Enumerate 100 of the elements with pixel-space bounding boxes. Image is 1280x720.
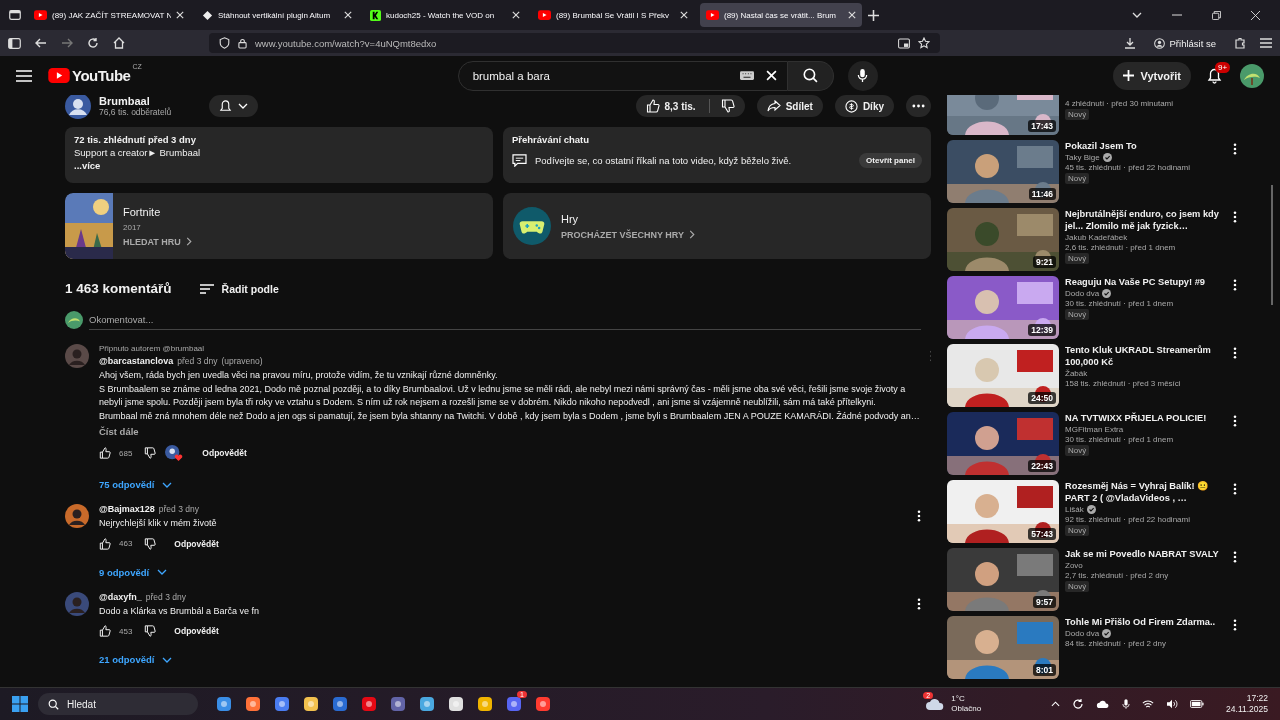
channel-name[interactable]: MGFitman Extra	[1065, 425, 1227, 434]
sync-icon[interactable]	[1072, 698, 1085, 710]
share-button[interactable]: Sdílet	[756, 95, 823, 117]
tab-list-icon[interactable]	[8, 8, 22, 22]
logo-text[interactable]: YouTube	[72, 67, 131, 84]
avatar-icon[interactable]	[1240, 63, 1264, 88]
star-icon[interactable]	[917, 37, 930, 49]
browse-games-link[interactable]: PROCHÁZET VŠECHNY HRY	[561, 229, 696, 240]
wifi-icon[interactable]	[1142, 699, 1155, 709]
reply-button[interactable]: Odpovědět	[174, 626, 219, 636]
taskbar-app-icon[interactable]	[535, 696, 551, 712]
description-card[interactable]: 72 tis. zhlédnutí před 3 dny Support a creator► Brumbaal ...více	[65, 127, 493, 183]
taskbar-app-icon[interactable]	[477, 696, 493, 712]
shield-icon[interactable]	[219, 37, 230, 49]
comment-field[interactable]: Okomentovat...	[89, 310, 921, 330]
back-icon[interactable]	[35, 37, 47, 49]
channel-name[interactable]: Dodo dva	[1065, 289, 1227, 298]
create-button[interactable]: Vytvořit	[1113, 61, 1191, 90]
more-icon[interactable]	[1233, 619, 1237, 631]
cloud-icon[interactable]	[925, 697, 946, 711]
home-icon[interactable]	[113, 37, 125, 49]
thumbs-down-icon[interactable]	[144, 537, 157, 550]
more-icon[interactable]	[1233, 211, 1237, 223]
show-replies-button[interactable]: 75 odpovědí	[99, 479, 173, 490]
thumbs-up-icon[interactable]	[99, 625, 111, 637]
windows-logo-icon[interactable]	[12, 696, 28, 712]
taskbar-app-icon[interactable]	[448, 696, 464, 712]
thumbs-up-icon[interactable]	[99, 537, 111, 550]
taskbar-app-icon[interactable]	[245, 696, 261, 712]
restore-icon[interactable]	[1212, 10, 1221, 20]
reload-icon[interactable]	[87, 37, 99, 49]
game-card[interactable]: Fortnite 2017 HLEDAT HRU	[65, 193, 493, 259]
sort-button[interactable]: Řadit podle	[199, 282, 279, 295]
video-title[interactable]: Tohle Mi Přišlo Od Firem Zdarma..	[1065, 616, 1227, 628]
more-icon[interactable]	[1233, 347, 1237, 359]
comment-time[interactable]: před 3 dny	[177, 356, 218, 366]
search-field[interactable]: brumbal a bara	[457, 60, 788, 91]
channel-name[interactable]: Lišák	[1065, 505, 1227, 514]
keyboard-icon[interactable]	[739, 71, 754, 80]
address-bar[interactable]: www.youtube.com/watch?v=4uNQmt8edxo	[209, 33, 940, 53]
channel-name[interactable]: Brumbaal	[99, 95, 172, 107]
video-title[interactable]: Nejbrutálnější enduro, co jsem kdy jel... Zlomilo mě jak fyzick…	[1065, 208, 1227, 232]
thumbs-down-icon[interactable]	[144, 625, 157, 637]
download-icon[interactable]	[1123, 37, 1136, 49]
clear-icon[interactable]	[765, 70, 777, 81]
more-icon[interactable]	[1233, 551, 1237, 563]
thumbs-up-icon[interactable]	[99, 447, 111, 459]
chevron-down-icon[interactable]	[1132, 12, 1142, 18]
taskbar-app-icon[interactable]	[274, 696, 290, 712]
voice-search-button[interactable]	[847, 60, 878, 91]
show-replies-button[interactable]: 9 odpovědí	[99, 566, 168, 578]
more-button[interactable]	[906, 95, 931, 117]
browser-tab[interactable]: kudoch25 - Watch the VOD on	[364, 3, 526, 27]
more-icon[interactable]	[1233, 279, 1237, 291]
more-icon[interactable]	[917, 597, 921, 610]
video-title[interactable]: Pokazil Jsem To	[1065, 140, 1227, 152]
read-more-link[interactable]: Číst dále	[99, 426, 920, 437]
comment-author[interactable]: @Bajmax128	[99, 504, 155, 514]
taskbar-app-icon[interactable]	[216, 696, 232, 712]
channel-name[interactable]: Zovo	[1065, 561, 1227, 570]
microphone-icon[interactable]	[1122, 698, 1131, 710]
taskbar-app-icon[interactable]	[332, 696, 348, 712]
open-panel-button[interactable]: Otevřít panel	[859, 153, 922, 168]
find-game-link[interactable]: HLEDAT HRU	[123, 236, 192, 247]
taskbar-app-icon[interactable]	[506, 696, 522, 712]
close-icon[interactable]	[176, 11, 184, 19]
video-title[interactable]: Rozesměj Nás = Vyhraj Balík! 😐 PART 2 ( @VladaVideos , …	[1065, 480, 1227, 504]
taskbar-app-icon[interactable]	[390, 696, 406, 712]
speaker-icon[interactable]	[1166, 699, 1179, 709]
channel-name[interactable]: Žabák	[1065, 369, 1227, 378]
thumbs-down-icon[interactable]	[720, 99, 735, 113]
channel-name[interactable]: Dodo dva	[1065, 629, 1227, 638]
video-title[interactable]: Jak se mi Povedlo NABRAT SVALY	[1065, 548, 1227, 560]
picture-in-picture-icon[interactable]	[897, 37, 910, 49]
comment-time[interactable]: před 3 dny	[145, 591, 186, 602]
battery-icon[interactable]	[1190, 700, 1205, 708]
taskbar-app-icon[interactable]	[303, 696, 319, 712]
comment-author[interactable]: @barcastanclova	[99, 356, 174, 366]
channel-name[interactable]: Taky Bige	[1065, 153, 1227, 162]
clock-date[interactable]: 24.11.2025	[1226, 704, 1268, 715]
video-title[interactable]: Reaguju Na Vaše PC Setupy! #9	[1065, 276, 1227, 288]
more-link[interactable]: ...více	[74, 160, 484, 171]
new-tab-icon[interactable]	[868, 9, 879, 21]
taskbar-search-field[interactable]: Hledat	[38, 693, 198, 715]
show-replies-button[interactable]: 21 odpovědí	[99, 654, 173, 665]
taskbar-app-icon[interactable]	[419, 696, 435, 712]
taskbar-app-icon[interactable]	[361, 696, 377, 712]
close-icon[interactable]	[1251, 10, 1260, 20]
close-icon[interactable]	[512, 11, 520, 19]
sign-in-button[interactable]: Přihlásit se	[1149, 35, 1220, 51]
more-icon[interactable]	[1233, 143, 1237, 155]
chevron-up-icon[interactable]	[1051, 701, 1061, 707]
browser-tab[interactable]: (89) JAK ZAČÍT STREAMOVAT N	[28, 3, 190, 27]
comment-time[interactable]: před 3 dny	[158, 504, 199, 514]
games-card[interactable]: Hry PROCHÁZET VŠECHNY HRY	[503, 193, 931, 259]
reply-button[interactable]: Odpovědět	[202, 448, 247, 458]
clock-time[interactable]: 17:22	[1246, 693, 1268, 704]
search-button[interactable]	[787, 60, 834, 91]
channel-avatar-icon[interactable]	[65, 95, 91, 119]
close-icon[interactable]	[680, 11, 688, 19]
